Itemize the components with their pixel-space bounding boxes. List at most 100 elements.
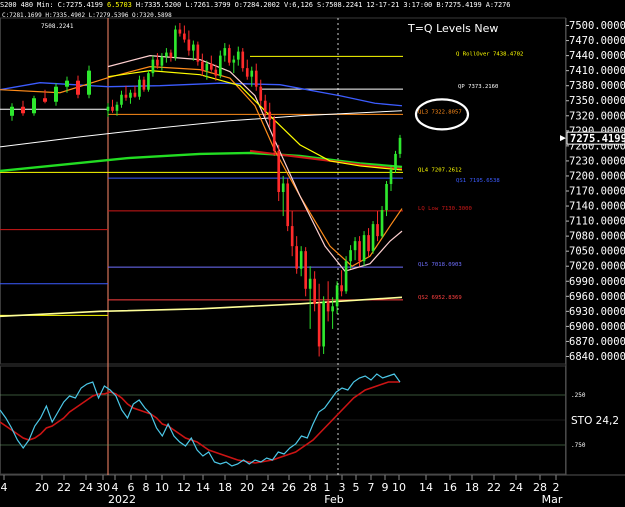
candle-body <box>371 224 375 252</box>
price-tick-label: 7050.0000 <box>569 246 625 258</box>
time-tick-label: 24 <box>261 481 275 494</box>
time-tick-label: 4 <box>1 481 8 494</box>
price-tick-label: 7110.0000 <box>569 216 625 228</box>
sto-tick-label: .750 <box>571 442 586 449</box>
time-tick-label: 14 <box>419 481 433 494</box>
candle-body <box>353 241 357 251</box>
time-tick-label: 20 <box>240 481 254 494</box>
time-tick-label: 8 <box>143 481 150 494</box>
price-tick-label: 7230.0000 <box>569 155 625 167</box>
month-label: Mar <box>542 493 563 506</box>
candle-body <box>138 79 141 97</box>
candle-body <box>254 70 258 87</box>
month-label: Feb <box>324 493 343 506</box>
sto-label: STO 24,2 <box>571 415 619 427</box>
candle-body <box>232 59 236 63</box>
candle-body <box>165 52 168 57</box>
sub-header-left: C:7281.1699 H:7335.4902 L:7279.5396 O:73… <box>2 12 172 19</box>
candle-body <box>376 224 379 237</box>
candle-body <box>263 100 267 112</box>
candle-body <box>367 235 370 252</box>
candle-body <box>398 137 402 154</box>
candle-body <box>214 69 218 76</box>
chart-labels: Q RollOver 7438.4702 QP 7373.2160 QL3 7322… <box>414 51 523 301</box>
time-tick-label: 10 <box>155 481 169 494</box>
candles <box>10 23 402 357</box>
candle-body <box>317 303 321 347</box>
chart-title: T=Q Levels New <box>407 22 498 35</box>
level-label: QS1 7195.6538 <box>456 178 500 184</box>
price-tick-label: 7470.0000 <box>569 35 625 47</box>
candle-body <box>115 104 119 111</box>
candle-body <box>304 251 307 289</box>
price-tick-label: 6930.0000 <box>569 306 625 318</box>
ma-blue <box>0 82 403 107</box>
candle-body <box>223 48 227 56</box>
candle-body <box>308 278 312 289</box>
time-tick-label: 9 <box>382 481 389 494</box>
candle-body <box>344 261 348 292</box>
price-tick-label: 6990.0000 <box>569 276 625 288</box>
sto-tick-label: .250 <box>571 392 586 399</box>
time-tick-label: 24 <box>509 481 523 494</box>
candle-body <box>21 106 25 114</box>
price-tick-label: 7080.0000 <box>569 231 625 243</box>
candle-body <box>106 106 110 111</box>
candlestick-chart: Q RollOver 7438.4702 QP 7373.2160 QL3 7322… <box>0 12 625 506</box>
candle-body <box>120 94 123 105</box>
candle-body <box>322 301 325 347</box>
time-tick-label: 7 <box>368 481 375 494</box>
candle-body <box>385 183 388 211</box>
price-tick-label: 7380.0000 <box>569 80 625 92</box>
candle-body <box>362 235 366 262</box>
grid <box>0 17 625 476</box>
candle-body <box>290 226 294 247</box>
candle-body <box>218 55 222 76</box>
price-axis[interactable]: 7500.0000 7470.0000 7440.0000 7410.0000 7380… <box>560 20 625 363</box>
price-tick-label: 7350.0000 <box>569 95 625 107</box>
time-tick-label: 22 <box>57 481 71 494</box>
candle-body <box>313 278 316 304</box>
price-tick-label: 7500.0000 <box>569 20 625 32</box>
candle-body <box>281 183 285 193</box>
time-tick-label: 18 <box>218 481 232 494</box>
candle-body <box>335 285 339 307</box>
price-tick-label: 7200.0000 <box>569 170 625 182</box>
candle-body <box>196 44 200 62</box>
sto-d-line <box>0 381 400 464</box>
price-tick-label: 7170.0000 <box>569 186 625 198</box>
price-tick-label: 7140.0000 <box>569 201 625 213</box>
time-tick-label: 16 <box>443 481 457 494</box>
candle-body <box>380 210 384 237</box>
candle-body <box>259 86 263 101</box>
stochastic-panel: .250 .750 STO 24,2 <box>0 373 619 467</box>
level-label: QL5 7018.0903 <box>418 262 462 268</box>
candle-body <box>236 51 240 60</box>
candle-body <box>87 70 91 95</box>
candle-body <box>286 183 290 227</box>
candle-body <box>268 111 272 120</box>
time-tick-label: 20 <box>35 481 49 494</box>
candle-body <box>192 44 195 51</box>
candle-body <box>299 251 303 269</box>
candle-body <box>187 39 191 51</box>
q-levels <box>0 55 403 316</box>
level-label: Q RollOver 7438.4702 <box>456 51 523 57</box>
candle-body <box>151 59 155 74</box>
candle-body <box>124 94 128 98</box>
price-tick-label: 6960.0000 <box>569 291 625 303</box>
last-price-label: 7275.4199 <box>570 133 625 145</box>
candle-body <box>326 301 330 312</box>
candle-body <box>10 106 14 116</box>
time-tick-label: 12 <box>177 481 191 494</box>
price-tick-label: 7320.0000 <box>569 110 625 122</box>
candle-body <box>111 106 114 111</box>
candle-body <box>43 98 47 102</box>
candle-body <box>394 153 397 170</box>
level-label: QP 7373.2160 <box>458 84 498 90</box>
candle-body <box>340 285 343 292</box>
candle-body <box>241 51 245 69</box>
level-label: LQ Low 7130.3000 <box>418 206 472 212</box>
candle-body <box>389 169 393 184</box>
time-axis[interactable]: 4 20 22 24 30 4 6 8 10 12 14 18 20 24 26 28 1 3 5 7 9 10 14 16 1… <box>1 475 563 506</box>
